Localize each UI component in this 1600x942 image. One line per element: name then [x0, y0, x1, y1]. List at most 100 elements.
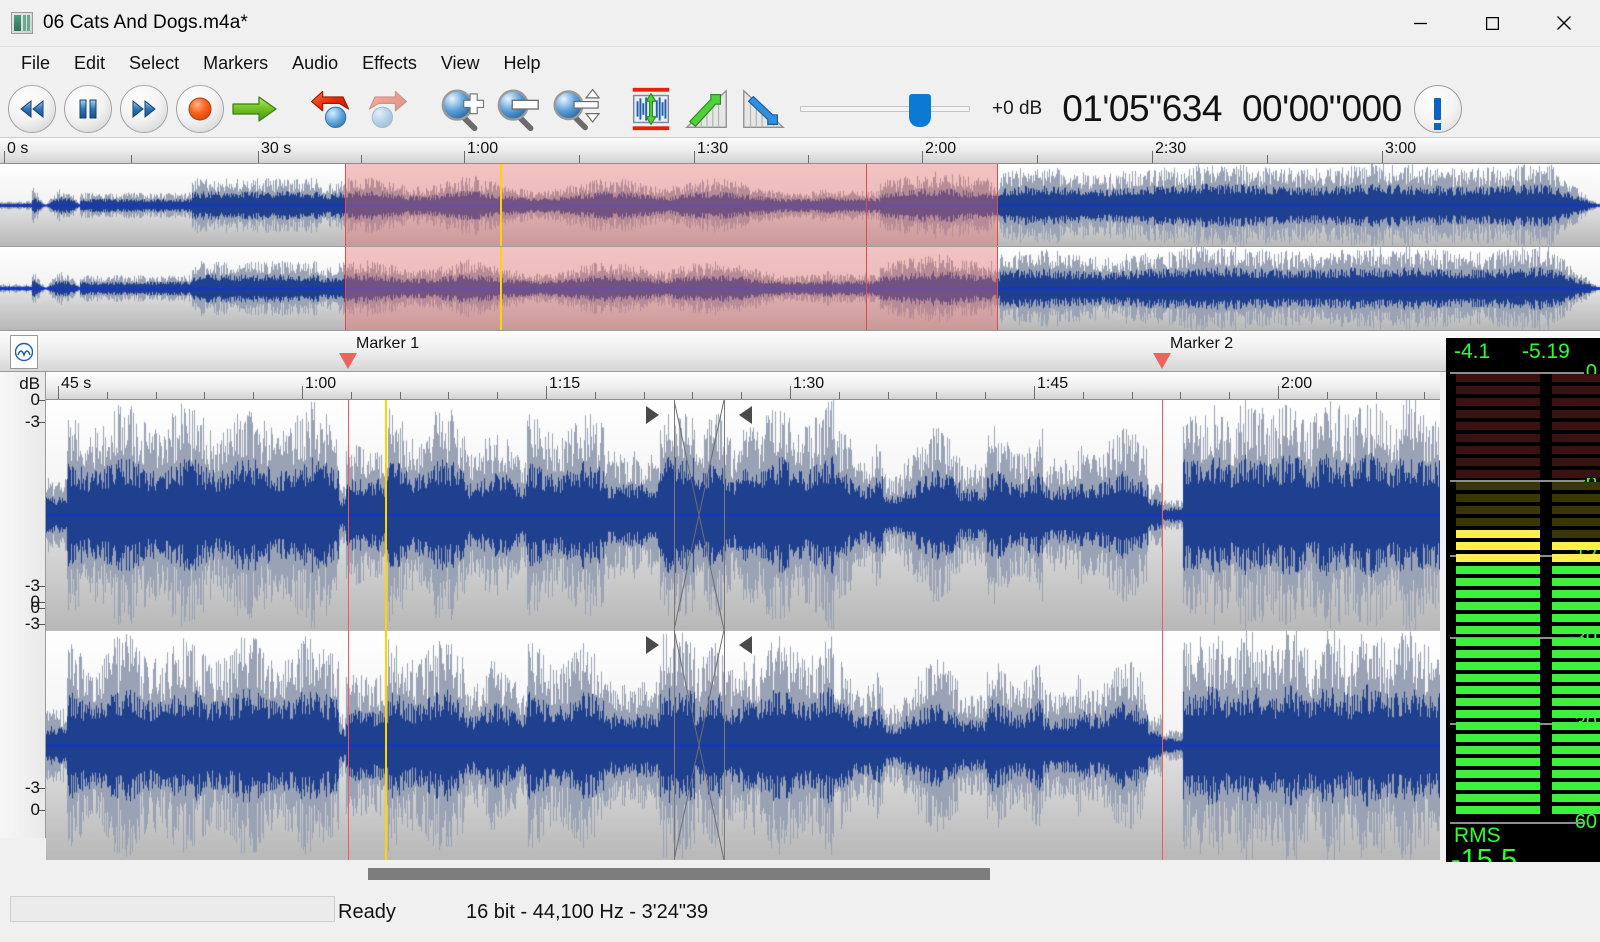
selection-handle-left[interactable] [646, 636, 659, 654]
main-ruler[interactable]: 45 s1:001:151:301:452:00 [46, 372, 1440, 400]
vu-segment [1552, 806, 1600, 814]
vu-segment [1552, 506, 1600, 514]
overview-ruler-label: 2:00 [925, 140, 956, 158]
horizontal-scrollbar[interactable] [0, 864, 1600, 882]
main-ruler-tick-minor [1180, 392, 1181, 399]
overview-marker-line[interactable] [866, 164, 867, 330]
alert-button[interactable] [1414, 85, 1462, 133]
overview-playhead[interactable] [500, 164, 502, 330]
volume-slider-track[interactable] [800, 106, 970, 112]
menu-file[interactable]: File [9, 50, 62, 77]
vu-segment [1456, 458, 1540, 466]
status-bar: Ready 16 bit - 44,100 Hz - 3'24"39 [0, 882, 1600, 942]
selection-handle-left[interactable] [646, 406, 659, 424]
zoom-in-icon [438, 85, 488, 133]
marker-flag-icon[interactable] [339, 353, 357, 369]
menu-markers[interactable]: Markers [191, 50, 280, 77]
scrollbar-thumb[interactable] [368, 868, 990, 880]
document-icon[interactable] [10, 335, 38, 369]
zoom-selection-button[interactable] [550, 85, 600, 133]
menu-edit[interactable]: Edit [62, 50, 117, 77]
audio-editor-window: 06 Cats And Dogs.m4a* File Edit Select M… [0, 0, 1600, 942]
crossfade-edge[interactable] [674, 400, 675, 860]
volume-slider-thumb[interactable] [909, 94, 931, 127]
main-ruler-tick-minor [253, 392, 254, 399]
menu-help[interactable]: Help [492, 50, 553, 77]
vu-segment [1456, 506, 1540, 514]
normalize-button[interactable] [626, 85, 676, 133]
menu-effects[interactable]: Effects [350, 50, 429, 77]
marker-strip[interactable]: Marker 1Marker 2 [0, 330, 1600, 372]
volume-control[interactable] [800, 106, 970, 112]
vu-segment [1456, 746, 1540, 754]
zoom-in-button[interactable] [438, 85, 488, 133]
fast-forward-button[interactable] [120, 85, 168, 133]
vu-segment [1456, 434, 1540, 442]
vu-segment [1552, 422, 1600, 430]
db-scale-gutter: dB0-3-300-3-30 [0, 372, 46, 838]
db-tick [39, 788, 45, 789]
vu-segment [1552, 494, 1600, 502]
overview-ruler-label: 0 s [7, 140, 28, 158]
main-ruler-tick-minor [839, 392, 840, 399]
menu-audio[interactable]: Audio [280, 50, 350, 77]
play-to-end-button[interactable] [230, 85, 280, 133]
overview-ruler-label: 3:00 [1385, 140, 1416, 158]
selection-handle-right[interactable] [739, 636, 752, 654]
overview-waveform[interactable] [0, 164, 1600, 330]
rewind-button[interactable] [8, 85, 56, 133]
pause-button[interactable] [64, 85, 112, 133]
vu-segment [1552, 698, 1600, 706]
fast-forward-icon [131, 98, 157, 120]
db-tick [39, 810, 45, 811]
redo-button[interactable] [362, 85, 412, 133]
overview-ruler-tick-minor [361, 155, 362, 163]
overview-marker-line[interactable] [345, 164, 346, 330]
marker-flag-icon[interactable] [1153, 353, 1171, 369]
zoom-out-icon [494, 85, 544, 133]
overview-ruler[interactable]: 0 s30 s1:001:302:002:303:00 [0, 138, 1600, 164]
vu-segment [1552, 554, 1600, 562]
db-tick [39, 602, 45, 603]
overview-ruler-label: 2:30 [1155, 140, 1186, 158]
main-ruler-tick-minor [448, 392, 449, 399]
vu-segment [1552, 638, 1600, 646]
main-ruler-tick-minor [1229, 392, 1230, 399]
selection-handle-right[interactable] [739, 406, 752, 424]
menu-view[interactable]: View [429, 50, 492, 77]
zoom-out-button[interactable] [494, 85, 544, 133]
main-marker-line[interactable] [1162, 400, 1163, 860]
main-ruler-tick-minor [351, 392, 352, 399]
main-ruler-tick [302, 386, 303, 399]
vu-segment [1456, 422, 1540, 430]
minimize-button[interactable] [1384, 0, 1456, 47]
main-waveform[interactable] [46, 400, 1440, 860]
overview-selection-region[interactable] [345, 164, 997, 330]
overview-ruler-tick-minor [579, 155, 580, 163]
time-display-secondary: 00'00"000 [1242, 88, 1402, 130]
overview-marker-line[interactable] [997, 164, 998, 330]
db-tick [39, 400, 45, 401]
main-playhead[interactable] [385, 400, 387, 860]
main-ruler-tick-minor [1376, 392, 1377, 399]
title-bar: 06 Cats And Dogs.m4a* [0, 0, 1600, 47]
vu-segment [1552, 602, 1600, 610]
main-marker-line[interactable] [348, 400, 349, 860]
overview-ruler-tick [1382, 151, 1383, 163]
vu-segment [1552, 530, 1600, 538]
menu-select[interactable]: Select [117, 50, 191, 77]
maximize-button[interactable] [1456, 0, 1528, 47]
overview-ruler-tick-minor [1267, 155, 1268, 163]
close-button[interactable] [1528, 0, 1600, 47]
overview-ruler-tick-minor [1037, 155, 1038, 163]
pause-icon [78, 98, 98, 120]
overview-ruler-tick-minor [808, 155, 809, 163]
undo-button[interactable] [306, 85, 356, 133]
crossfade-edge[interactable] [724, 400, 725, 860]
vu-segment [1456, 398, 1540, 406]
record-button[interactable] [176, 85, 224, 133]
vu-segment [1456, 698, 1540, 706]
fade-in-button[interactable] [682, 85, 732, 133]
vu-segment [1552, 542, 1600, 550]
fade-out-button[interactable] [738, 85, 788, 133]
